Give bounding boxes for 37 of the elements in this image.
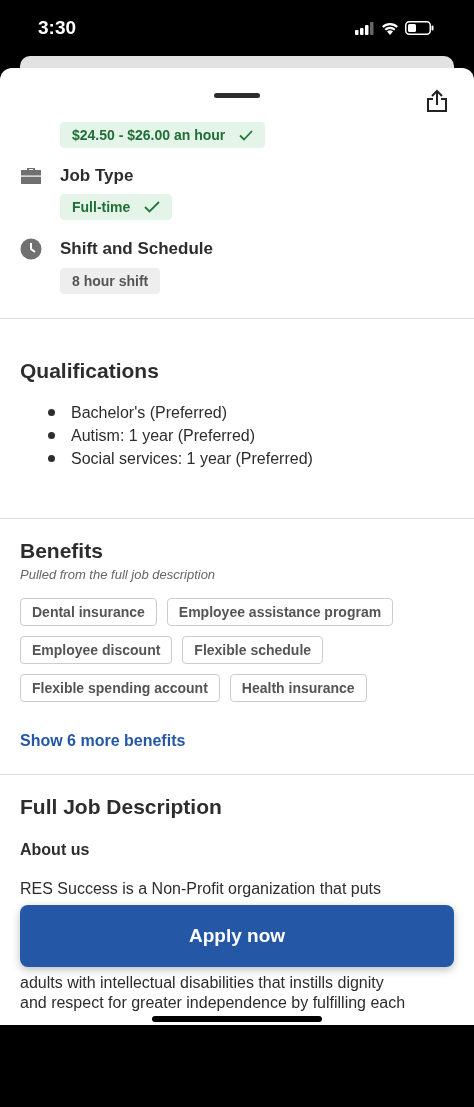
benefit-tag: Flexible schedule	[182, 636, 324, 664]
section-heading: Full Job Description	[20, 795, 223, 819]
detail-heading: Job Type	[60, 166, 134, 186]
benefit-tag: Flexible spending account	[20, 674, 220, 702]
bullet-icon	[48, 409, 55, 416]
qualification-text: Autism: 1 year (Preferred)	[71, 426, 256, 446]
pay-tag: $24.50 - $26.00 an hour	[60, 122, 266, 148]
check-icon	[144, 201, 161, 213]
benefit-tag: Health insurance	[229, 674, 367, 702]
check-icon	[239, 129, 254, 141]
section-heading: Qualifications	[20, 359, 160, 383]
drag-handle[interactable]	[214, 92, 260, 98]
show-more-link[interactable]: Show 6 more benefits	[20, 732, 186, 750]
status-time: 3:30	[38, 17, 77, 39]
detail-tag: Full-time	[60, 194, 173, 220]
description-text: adults with intellectual disabilities that instills dignity	[20, 973, 385, 993]
share-icon[interactable]	[426, 89, 448, 113]
clock-icon	[20, 238, 42, 260]
qualification-text: Social services: 1 year (Preferred)	[71, 449, 313, 469]
apply-button[interactable]: Apply now	[20, 905, 454, 967]
qualification-text: Bachelor's (Preferred)	[71, 403, 227, 423]
description-text: RES Success is a Non-Profit organization that puts	[20, 879, 383, 899]
detail-heading: Shift and Schedule	[60, 239, 214, 259]
section-heading: Benefits	[20, 539, 104, 563]
signal-icon	[355, 21, 375, 35]
section-subtitle: Pulled from the full job description	[20, 567, 217, 582]
bullet-icon	[48, 455, 55, 462]
benefit-tag: Employee assistance program	[166, 598, 394, 626]
bullet-icon	[48, 432, 55, 439]
wifi-icon	[381, 21, 399, 35]
briefcase-icon	[20, 167, 42, 185]
detail-tag: 8 hour shift	[60, 268, 161, 294]
battery-icon	[405, 21, 434, 35]
benefit-tag: Employee discount	[20, 636, 173, 664]
description-text: and respect for greater independence by fulfilling each	[20, 993, 407, 1013]
subheading: About us	[20, 841, 91, 859]
benefit-tag: Dental insurance	[20, 598, 157, 626]
